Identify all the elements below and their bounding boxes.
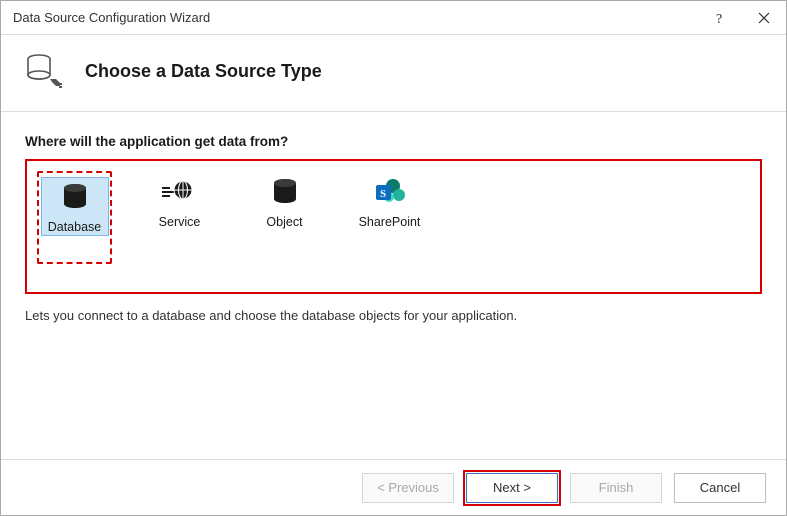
header: Choose a Data Source Type bbox=[1, 35, 786, 112]
wizard-body: Where will the application get data from… bbox=[1, 112, 786, 459]
wizard-window: Data Source Configuration Wizard ? Choos… bbox=[0, 0, 787, 516]
sharepoint-icon: S bbox=[366, 175, 414, 209]
option-label: SharePoint bbox=[359, 215, 421, 229]
service-icon bbox=[156, 175, 204, 209]
header-title: Choose a Data Source Type bbox=[85, 61, 322, 82]
option-database[interactable]: Database bbox=[37, 171, 112, 264]
wizard-footer: < Previous Next > Finish Cancel bbox=[1, 459, 786, 515]
prompt-label: Where will the application get data from… bbox=[25, 134, 762, 149]
option-label: Object bbox=[266, 215, 302, 229]
close-button[interactable] bbox=[742, 1, 786, 34]
next-button[interactable]: Next > bbox=[466, 473, 558, 503]
help-button[interactable]: ? bbox=[698, 1, 742, 34]
option-object[interactable]: Object bbox=[247, 171, 322, 264]
cancel-button[interactable]: Cancel bbox=[674, 473, 766, 503]
svg-text:?: ? bbox=[716, 12, 722, 25]
database-icon bbox=[51, 180, 99, 214]
option-label: Database bbox=[48, 220, 102, 234]
finish-button: Finish bbox=[570, 473, 662, 503]
titlebar: Data Source Configuration Wizard ? bbox=[1, 1, 786, 35]
svg-text:S: S bbox=[380, 188, 386, 200]
previous-button: < Previous bbox=[362, 473, 454, 503]
option-label: Service bbox=[159, 215, 201, 229]
window-title: Data Source Configuration Wizard bbox=[13, 10, 210, 25]
data-source-header-icon bbox=[23, 49, 67, 93]
option-service[interactable]: Service bbox=[142, 171, 217, 264]
object-icon bbox=[261, 175, 309, 209]
titlebar-controls: ? bbox=[698, 1, 786, 34]
option-sharepoint[interactable]: S SharePoint bbox=[352, 171, 427, 264]
data-source-type-list: Database Service bbox=[25, 159, 762, 294]
selection-description: Lets you connect to a database and choos… bbox=[25, 308, 762, 323]
